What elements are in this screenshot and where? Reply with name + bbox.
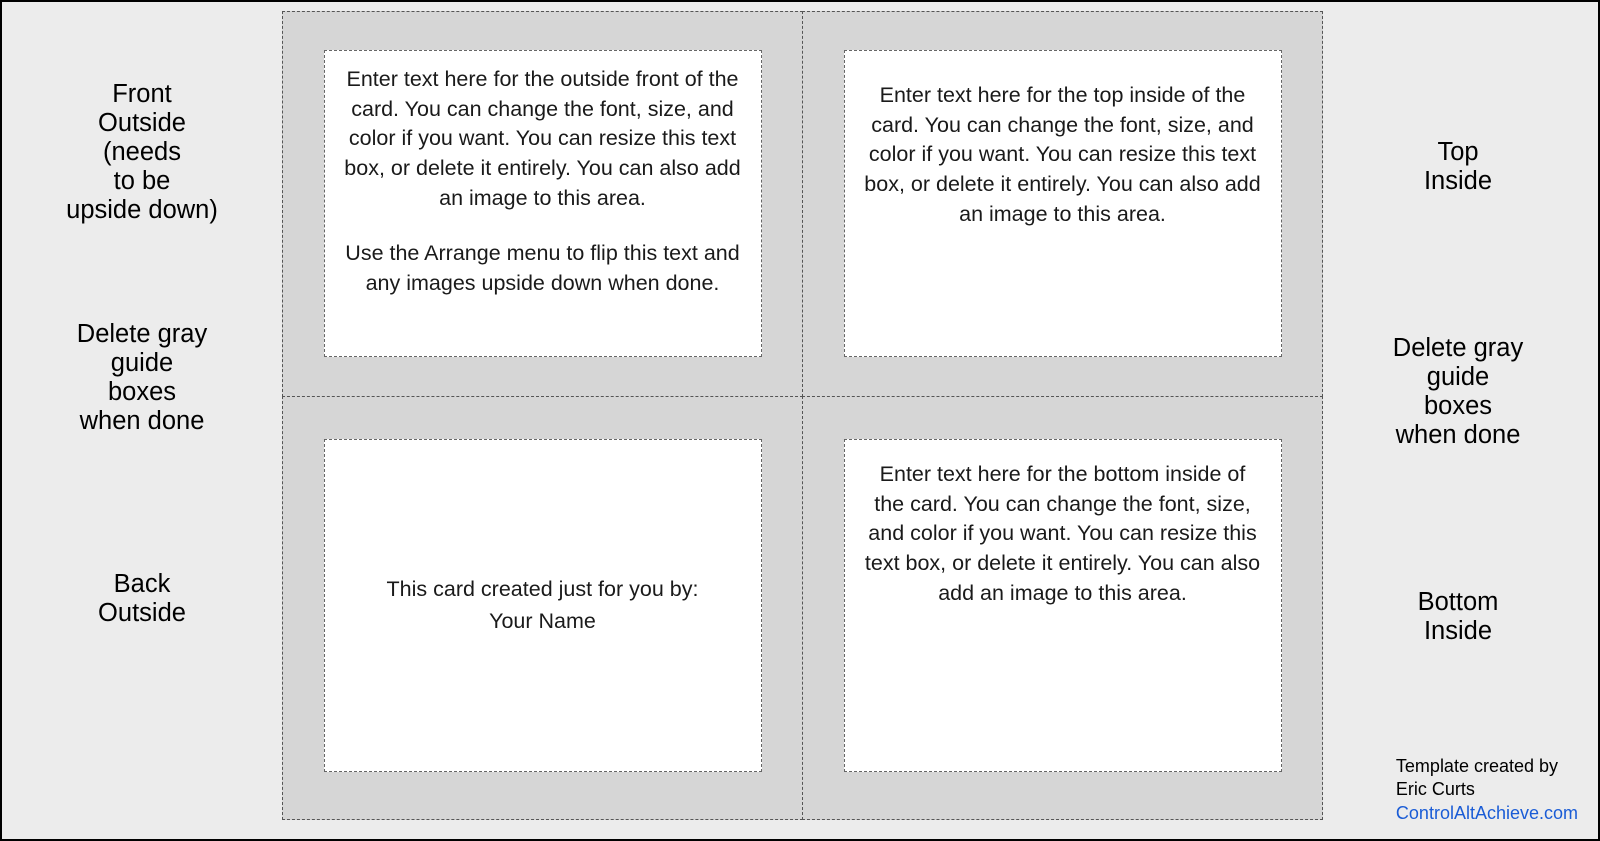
label-line: boxes [2, 378, 282, 407]
label-line: Inside [1318, 617, 1598, 646]
label-line: (needs [2, 138, 282, 167]
label-line: Bottom [1318, 588, 1598, 617]
textbox-paragraph: Enter text here for the top inside of th… [863, 81, 1263, 229]
delete-guide-right-label: Delete gray guide boxes when done [1318, 196, 1598, 450]
front-outside-textbox[interactable]: Enter text here for the outside front of… [324, 50, 762, 357]
label-line: Inside [1318, 167, 1598, 196]
textbox-paragraph: Use the Arrange menu to flip this text a… [343, 239, 743, 298]
textbox-paragraph: Enter text here for the outside front of… [343, 65, 743, 213]
label-line: boxes [1318, 392, 1598, 421]
back-outside-textbox[interactable]: This card created just for you by: Your … [324, 439, 762, 772]
template-credit: Template created by Eric Curts ControlAl… [1396, 755, 1578, 825]
card-template-layout: Front Outside (needs to be upside down) … [2, 2, 1598, 839]
front-outside-label: Front Outside (needs to be upside down) [2, 2, 282, 225]
top-inside-quad[interactable]: Enter text here for the top inside of th… [802, 11, 1323, 397]
textbox-paragraph: Enter text here for the bottom inside of… [863, 460, 1263, 608]
credit-line: Template created by [1396, 755, 1578, 778]
label-line: Back [2, 570, 282, 599]
label-line: Outside [2, 599, 282, 628]
label-line: Front [2, 80, 282, 109]
label-line: Delete gray [2, 320, 282, 349]
label-line: Delete gray [1318, 334, 1598, 363]
credit-line: Eric Curts [1396, 778, 1578, 801]
label-line: Top [1318, 138, 1598, 167]
delete-guide-left-label: Delete gray guide boxes when done [2, 225, 282, 436]
textbox-line: Your Name [343, 607, 743, 637]
bottom-inside-label: Bottom Inside [1318, 450, 1598, 646]
label-line: to be [2, 167, 282, 196]
label-line: guide [2, 349, 282, 378]
label-line: Outside [2, 109, 282, 138]
textbox-line: This card created just for you by: [343, 575, 743, 605]
label-line: when done [2, 407, 282, 436]
label-line: upside down) [2, 196, 282, 225]
back-outside-quad[interactable]: This card created just for you by: Your … [282, 396, 803, 820]
label-line: guide [1318, 363, 1598, 392]
right-guide-labels: Top Inside Delete gray guide boxes when … [1318, 2, 1598, 839]
top-inside-label: Top Inside [1318, 2, 1598, 196]
back-outside-label: Back Outside [2, 436, 282, 628]
left-guide-labels: Front Outside (needs to be upside down) … [2, 2, 282, 839]
label-line: when done [1318, 421, 1598, 450]
bottom-inside-textbox[interactable]: Enter text here for the bottom inside of… [844, 439, 1282, 772]
front-outside-quad[interactable]: Enter text here for the outside front of… [282, 11, 803, 397]
bottom-inside-quad[interactable]: Enter text here for the bottom inside of… [802, 396, 1323, 820]
credit-link[interactable]: ControlAltAchieve.com [1396, 802, 1578, 825]
top-inside-textbox[interactable]: Enter text here for the top inside of th… [844, 50, 1282, 357]
card-quads-area: Enter text here for the outside front of… [282, 2, 1318, 839]
